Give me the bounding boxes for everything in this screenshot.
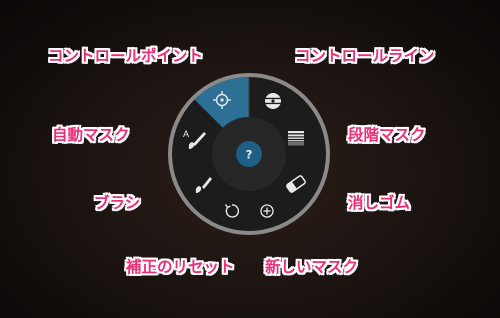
auto-mask-letter: A [183, 129, 189, 139]
gradient-bar-2 [288, 134, 304, 137]
control-line-icon[interactable] [265, 93, 281, 109]
control-line-center [271, 99, 275, 103]
gradient-bar-4 [288, 140, 304, 142]
gradient-bar-6 [288, 144, 304, 146]
gradient-bar-3 [288, 137, 304, 139]
gradient-bar-5 [288, 142, 304, 144]
help-button[interactable]: ? [236, 141, 262, 167]
gradient-bar-1 [288, 131, 304, 134]
control-line-bar-bottom [265, 102, 281, 105]
control-line-bar-top [265, 97, 281, 100]
crosshair-dot [220, 98, 224, 102]
tool-wheel: A ? [168, 73, 330, 235]
help-button-label: ? [246, 148, 253, 162]
gradient-mask-icon[interactable] [288, 131, 304, 146]
